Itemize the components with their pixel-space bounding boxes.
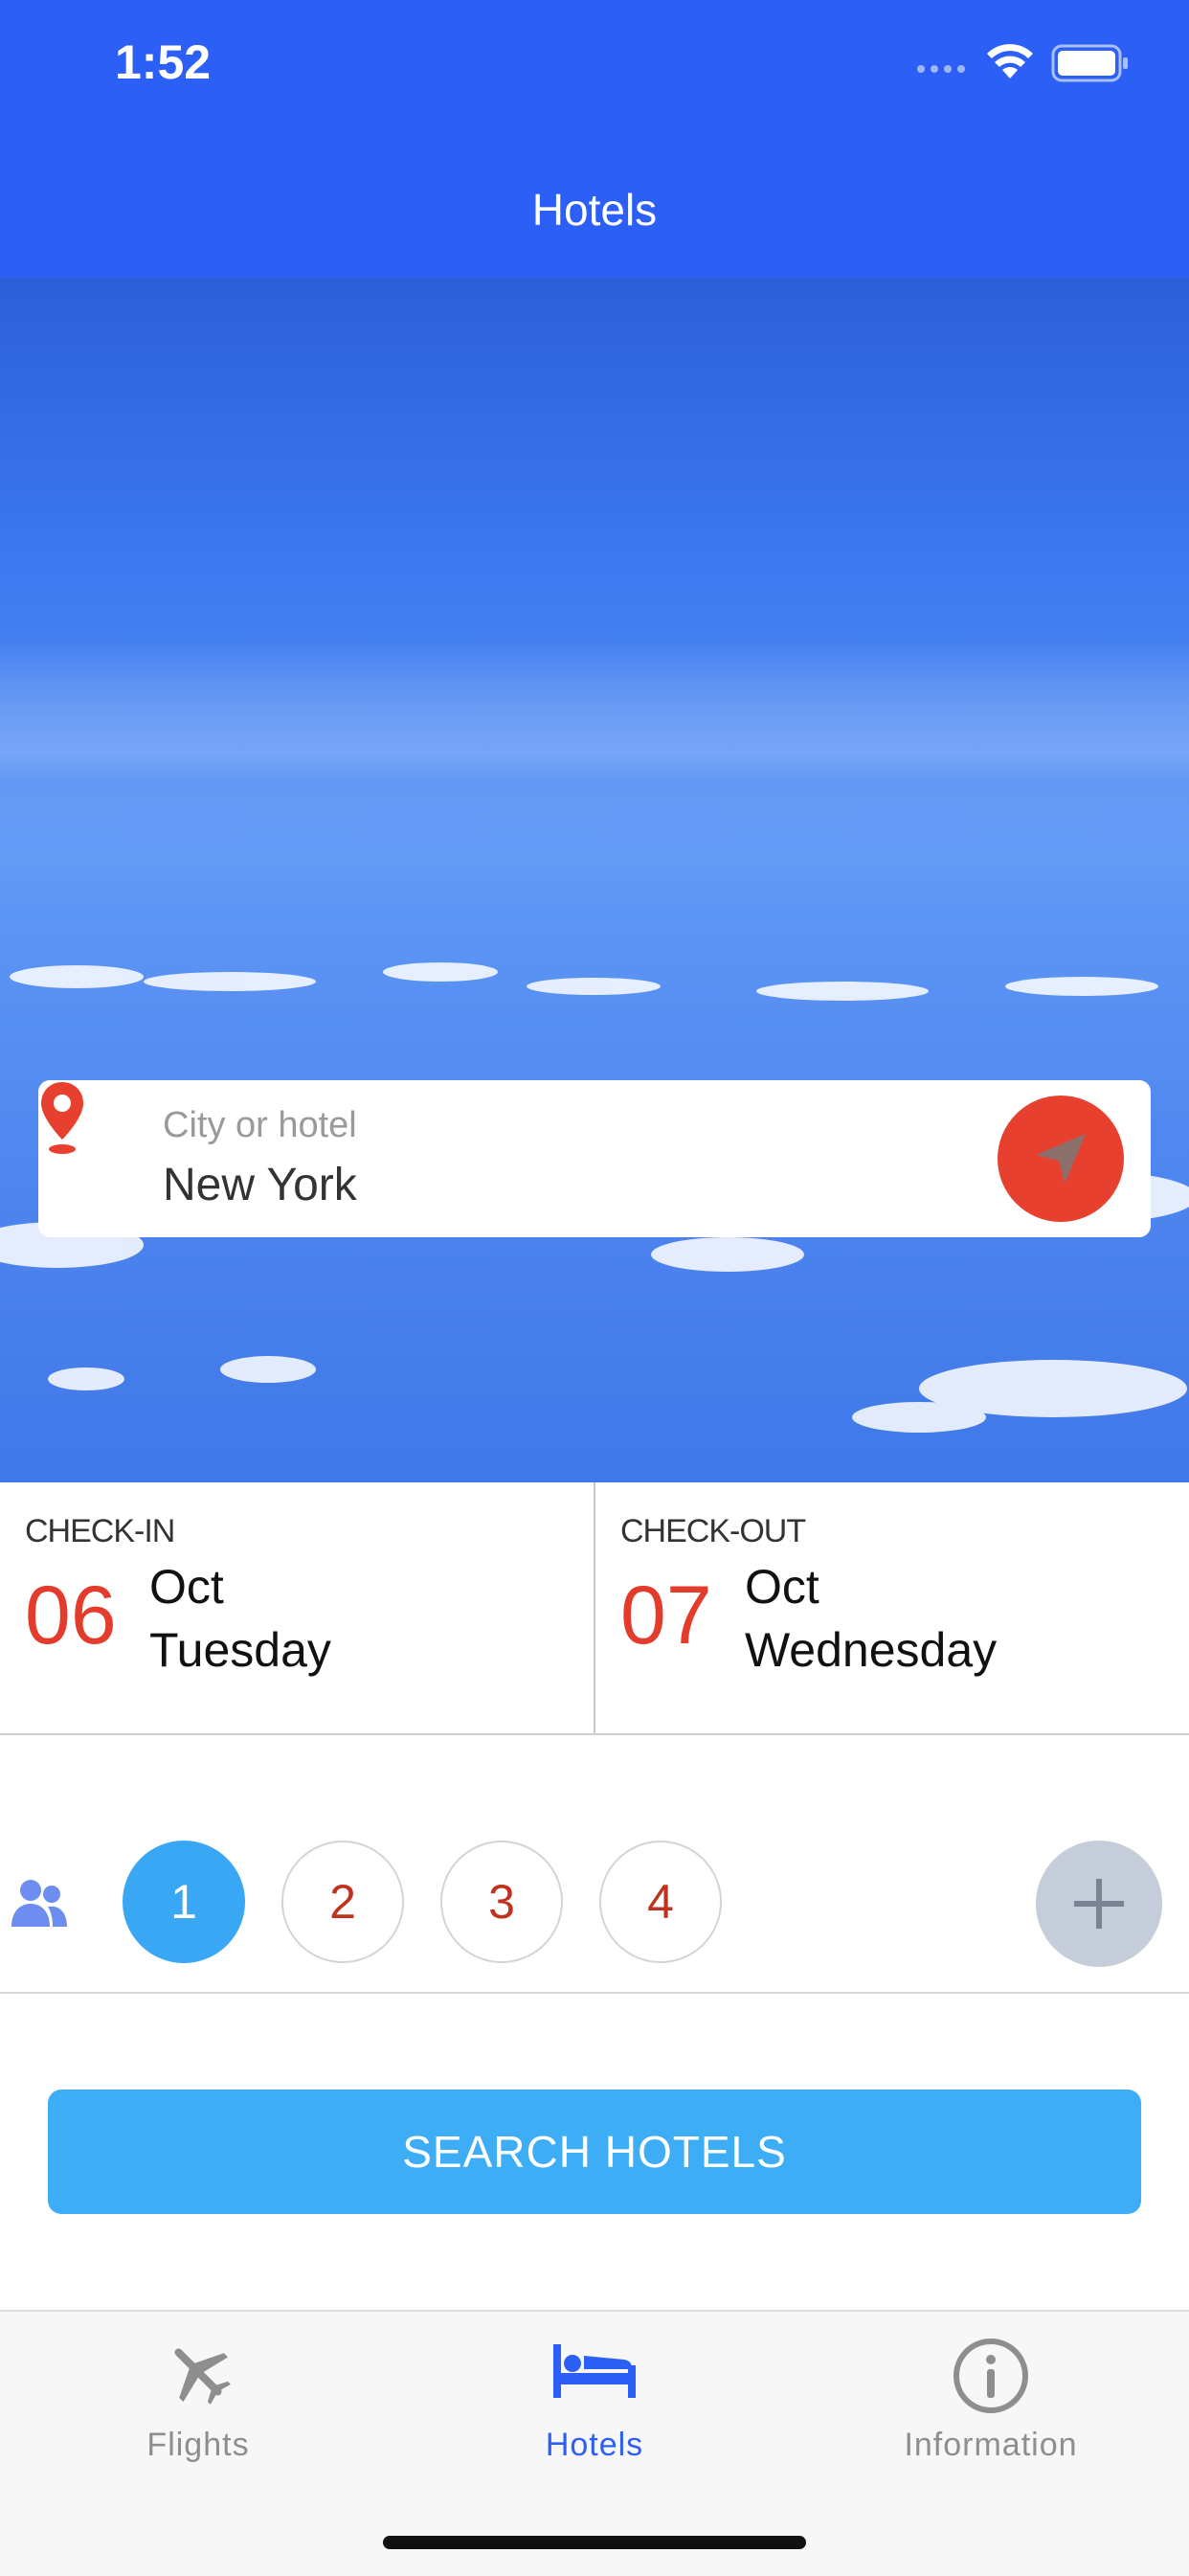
navigation-arrow-icon — [1036, 1134, 1086, 1184]
plus-icon — [1074, 1879, 1124, 1929]
check-out-day: 07 — [620, 1570, 712, 1661]
tab-flights-label: Flights — [146, 2427, 250, 2463]
tab-hotels-label: Hotels — [545, 2427, 644, 2463]
check-in-month: Oct — [149, 1560, 224, 1614]
add-guests-button[interactable] — [1036, 1841, 1162, 1967]
search-hotels-button[interactable]: SEARCH HOTELS — [48, 2090, 1141, 2214]
check-in-weekday: Tuesday — [149, 1623, 331, 1677]
clouds-illustration — [0, 642, 1189, 1433]
status-time: 1:52 — [115, 35, 212, 89]
wifi-icon — [987, 44, 1033, 79]
tab-information-label: Information — [904, 2427, 1078, 2463]
home-indicator — [383, 2536, 806, 2549]
people-icon — [11, 1880, 67, 1927]
hero-sky-image: City or hotel New York — [0, 278, 1189, 1482]
info-icon — [953, 2339, 1028, 2413]
page-title: Hotels — [531, 185, 658, 235]
check-in-day: 06 — [25, 1570, 117, 1661]
bed-icon — [553, 2344, 636, 2398]
check-in-label: CHECK-IN — [25, 1513, 175, 1549]
check-out-month: Oct — [745, 1560, 819, 1614]
date-selector: CHECK-IN 06 Oct Tuesday CHECK-OUT 07 Oct… — [0, 1482, 1189, 1735]
check-out-weekday: Wednesday — [745, 1623, 998, 1677]
check-out-label: CHECK-OUT — [620, 1513, 806, 1549]
check-in-date[interactable]: CHECK-IN 06 Oct Tuesday — [0, 1482, 595, 1733]
airplane-icon — [174, 2348, 231, 2405]
battery-icon — [1051, 44, 1128, 82]
search-field-value[interactable]: New York — [163, 1159, 357, 1211]
destination-search-field[interactable]: City or hotel New York — [38, 1080, 1151, 1237]
guest-count-1-button[interactable]: 1 — [123, 1841, 245, 1963]
guest-count-2-button[interactable]: 2 — [281, 1841, 404, 1963]
location-pin-icon — [41, 1082, 83, 1154]
tab-hotels[interactable]: Hotels — [396, 2312, 793, 2503]
cellular-signal-icon — [917, 65, 965, 73]
guest-count-3-button[interactable]: 3 — [440, 1841, 563, 1963]
tab-flights[interactable]: Flights — [0, 2312, 396, 2503]
search-field-label: City or hotel — [163, 1105, 357, 1145]
guest-selector: 1 2 3 4 — [0, 1735, 1189, 1994]
check-out-date[interactable]: CHECK-OUT 07 Oct Wednesday — [595, 1482, 1189, 1733]
navigation-header: 1:52 Hotels — [0, 0, 1189, 278]
current-location-button[interactable] — [998, 1096, 1124, 1222]
guest-count-4-button[interactable]: 4 — [599, 1841, 722, 1963]
tab-information[interactable]: Information — [793, 2312, 1189, 2503]
